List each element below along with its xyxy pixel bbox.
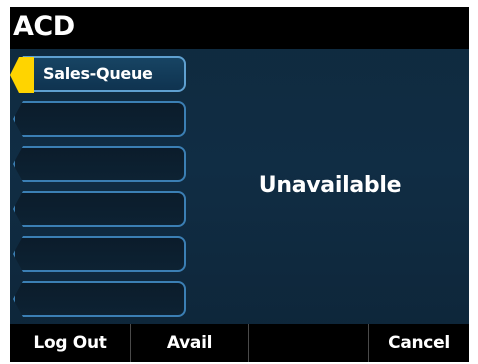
line-key-2[interactable] bbox=[13, 101, 186, 137]
cancel-softkey[interactable]: Cancel bbox=[368, 324, 469, 362]
log-out-softkey[interactable]: Log Out bbox=[10, 324, 130, 362]
line-key-3[interactable] bbox=[13, 146, 186, 182]
arrow-left-icon bbox=[10, 57, 34, 93]
agent-status: Unavailable bbox=[258, 173, 402, 198]
phone-screen: ACD Sales-Queue Unavailable Log Out Avai… bbox=[10, 7, 469, 362]
softkey-bar: Log Out Avail Cancel bbox=[10, 324, 469, 362]
avail-softkey[interactable]: Avail bbox=[130, 324, 248, 362]
line-key-1[interactable]: Sales-Queue bbox=[13, 56, 186, 92]
empty-softkey[interactable] bbox=[248, 324, 368, 362]
line-key-5[interactable] bbox=[13, 236, 186, 272]
line-key-6[interactable] bbox=[13, 281, 186, 317]
title-bar: ACD bbox=[10, 7, 469, 49]
screen-title: ACD bbox=[13, 11, 75, 42]
line-key-label: Sales-Queue bbox=[43, 64, 153, 83]
line-key-4[interactable] bbox=[13, 191, 186, 227]
